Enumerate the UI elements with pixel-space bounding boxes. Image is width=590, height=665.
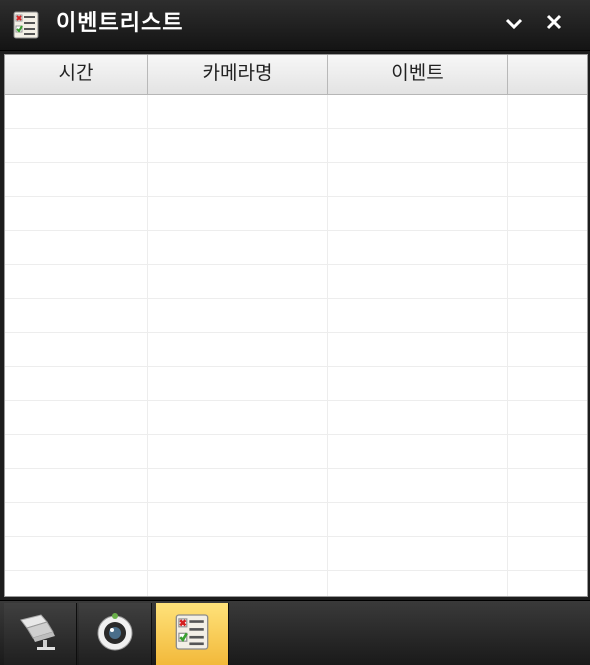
table-cell xyxy=(328,571,508,596)
table-row[interactable] xyxy=(5,469,587,503)
table-cell xyxy=(328,503,508,536)
table-row[interactable] xyxy=(5,231,587,265)
table-cell xyxy=(5,265,148,298)
event-list-tab-button[interactable] xyxy=(156,603,229,665)
table-row[interactable] xyxy=(5,333,587,367)
table-cell xyxy=(508,537,587,570)
table-cell xyxy=(328,469,508,502)
table-cell xyxy=(148,231,328,264)
table-body[interactable] xyxy=(5,95,587,596)
table-cell xyxy=(508,299,587,332)
table-cell xyxy=(328,367,508,400)
table-cell xyxy=(508,265,587,298)
table-row[interactable] xyxy=(5,537,587,571)
table-cell xyxy=(5,197,148,230)
table-cell xyxy=(508,333,587,366)
table-cell xyxy=(148,265,328,298)
table-row[interactable] xyxy=(5,95,587,129)
table-cell xyxy=(148,95,328,128)
table-cell xyxy=(508,231,587,264)
table-cell xyxy=(328,95,508,128)
table-cell xyxy=(508,503,587,536)
table-cell xyxy=(5,367,148,400)
table-row[interactable] xyxy=(5,571,587,596)
table-row[interactable] xyxy=(5,197,587,231)
event-list-window: 이벤트리스트 시간 카메라명 이벤트 xyxy=(0,0,590,665)
table-cell xyxy=(148,333,328,366)
table-row[interactable] xyxy=(5,401,587,435)
table-cell xyxy=(328,265,508,298)
table-cell xyxy=(508,367,587,400)
table-row[interactable] xyxy=(5,503,587,537)
column-header-extra[interactable] xyxy=(508,55,587,94)
table-cell xyxy=(328,333,508,366)
window-title: 이벤트리스트 xyxy=(56,11,184,36)
table-cell xyxy=(5,469,148,502)
cctv-tab-button[interactable] xyxy=(4,603,77,665)
table-cell xyxy=(5,129,148,162)
table-row[interactable] xyxy=(5,299,587,333)
table-cell xyxy=(508,435,587,468)
table-cell xyxy=(5,95,148,128)
table-cell xyxy=(328,401,508,434)
table-cell xyxy=(148,537,328,570)
table-cell xyxy=(148,197,328,230)
table-cell xyxy=(328,163,508,196)
event-list-icon xyxy=(13,11,39,39)
event-list-icon xyxy=(175,613,209,655)
table-cell xyxy=(148,503,328,536)
table-cell xyxy=(148,299,328,332)
table-cell xyxy=(5,571,148,596)
table-cell xyxy=(5,537,148,570)
table-cell xyxy=(328,231,508,264)
close-icon xyxy=(545,13,563,35)
table-cell xyxy=(328,435,508,468)
table-cell xyxy=(328,197,508,230)
table-header: 시간 카메라명 이벤트 xyxy=(5,55,587,95)
table-row[interactable] xyxy=(5,129,587,163)
table-cell xyxy=(328,299,508,332)
table-cell xyxy=(5,435,148,468)
table-cell xyxy=(148,401,328,434)
title-bar: 이벤트리스트 xyxy=(0,0,590,51)
table-cell xyxy=(5,401,148,434)
table-cell xyxy=(508,401,587,434)
table-cell xyxy=(508,571,587,596)
table-cell xyxy=(148,435,328,468)
camera-tab-button[interactable] xyxy=(79,603,152,665)
table-cell xyxy=(508,163,587,196)
table-cell xyxy=(508,469,587,502)
collapse-button[interactable] xyxy=(500,10,528,38)
table-cell xyxy=(508,197,587,230)
table-cell xyxy=(5,299,148,332)
table-cell xyxy=(5,503,148,536)
table-cell xyxy=(5,163,148,196)
event-table: 시간 카메라명 이벤트 xyxy=(4,54,588,597)
column-header-event[interactable]: 이벤트 xyxy=(328,55,508,94)
column-header-camera-name[interactable]: 카메라명 xyxy=(148,55,328,94)
table-cell xyxy=(328,129,508,162)
table-row[interactable] xyxy=(5,265,587,299)
webcam-icon xyxy=(94,611,136,657)
table-cell xyxy=(5,231,148,264)
table-cell xyxy=(148,469,328,502)
table-cell xyxy=(5,333,148,366)
chevron-down-icon xyxy=(505,15,523,34)
table-cell xyxy=(508,95,587,128)
table-cell xyxy=(148,571,328,596)
column-header-time[interactable]: 시간 xyxy=(5,55,148,94)
table-row[interactable] xyxy=(5,435,587,469)
table-cell xyxy=(148,367,328,400)
table-row[interactable] xyxy=(5,163,587,197)
table-row[interactable] xyxy=(5,367,587,401)
table-cell xyxy=(328,537,508,570)
table-cell xyxy=(148,163,328,196)
table-cell xyxy=(508,129,587,162)
cctv-camera-icon xyxy=(17,612,63,656)
close-button[interactable] xyxy=(540,10,568,38)
table-cell xyxy=(148,129,328,162)
bottom-toolbar xyxy=(0,600,590,665)
